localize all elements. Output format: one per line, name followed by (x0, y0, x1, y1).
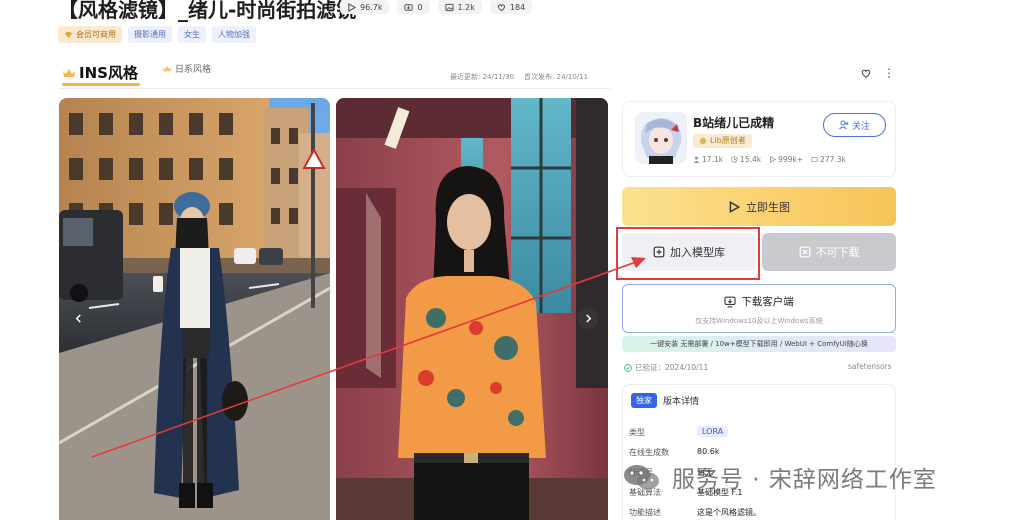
detail-label-type: 类型 (629, 428, 645, 437)
download-disabled-button[interactable]: 不可下载 (762, 233, 896, 271)
tabs-divider (58, 88, 610, 89)
creator-name[interactable]: B站绪儿已成精 (693, 114, 774, 131)
stat-images-value: 1.2k (457, 2, 475, 12)
next-image-button[interactable] (577, 307, 599, 329)
model-page: 【风格滤镜】_绪儿-时尚街拍滤镜 96.7k 0 1.2k 184 会员可商用 … (0, 0, 1024, 520)
chevron-right-icon (585, 313, 591, 323)
portrait-photo (336, 98, 608, 520)
detail-label-online: 在线生成数 (629, 448, 669, 457)
follow-button[interactable]: 关注 (823, 113, 886, 137)
client-title: 下载客户端 (623, 294, 895, 309)
crown-icon (63, 68, 75, 77)
creator-stat-runs: 15.4k (731, 155, 761, 164)
highlight-box (616, 227, 760, 280)
avatar[interactable] (635, 112, 687, 164)
stat-downloads-value: 0 (417, 2, 423, 12)
creator-stat-fans: 17.1k (693, 155, 723, 164)
diamond-icon (64, 31, 73, 38)
medal-icon (699, 137, 707, 145)
more-options-icon[interactable]: ⋮ (883, 66, 895, 80)
promo-strip: 一键安装 无需部署 / 10w+模型下载即用 / WebUI + ComfyUI… (622, 336, 896, 352)
tag-character[interactable]: 人物加强 (212, 26, 256, 43)
play-icon (729, 200, 740, 213)
tag-commercial[interactable]: 会员可商用 (58, 26, 122, 43)
creator-stat-downloads: 277.3k (811, 155, 846, 164)
download-client-button[interactable]: 下载客户端 仅支持Windows10及以上Windows系统 (622, 284, 896, 333)
stat-runs-value: 96.7k (360, 2, 383, 12)
tag-photography[interactable]: 摄影通用 (128, 26, 172, 43)
watermark: 服务号 · 宋辞网络工作室 (622, 460, 937, 494)
stat-likes: 184 (489, 0, 533, 14)
chevron-left-icon (75, 313, 81, 323)
download-icon (404, 3, 414, 11)
detail-value-desc: 这是个风格滤镜。 (697, 508, 761, 517)
stat-downloads: 0 (397, 0, 430, 14)
detail-label-desc: 功能描述 (629, 508, 661, 517)
version-dates: 最近更新: 24/11/30 首次发布: 24/10/11 (450, 72, 588, 82)
crown-icon (162, 65, 172, 72)
verified-date: 已验证：2024/10/11 (624, 362, 708, 373)
version-details-panel: 独家 版本详情 类型 LORA 在线生成数 80.6k 标识号 暂无 基础算法 … (622, 384, 896, 520)
monitor-download-icon (724, 296, 736, 307)
creator-badge: Lib原创者 (693, 134, 752, 148)
details-title: 版本详情 (663, 397, 700, 407)
download-icon (811, 157, 818, 162)
preview-image-1[interactable] (59, 98, 330, 520)
detail-value-type: LORA (697, 426, 729, 437)
play-icon (348, 2, 356, 12)
model-stats: 96.7k 0 1.2k 184 (340, 0, 533, 14)
heart-icon (497, 3, 505, 11)
file-format: safetensors (848, 362, 892, 371)
model-tags: 会员可商用 摄影通用 女生 人物加强 (58, 26, 256, 43)
stat-likes-value: 184 (509, 2, 526, 12)
avatar-image (635, 112, 687, 164)
updated-date: 最近更新: 24/11/30 (450, 73, 515, 81)
preview-image-2[interactable] (336, 98, 608, 520)
play-icon (770, 156, 777, 163)
prev-image-button[interactable] (67, 307, 89, 329)
active-tab-indicator (62, 83, 140, 86)
creator-stat-plays: 999k+ (769, 155, 803, 164)
stat-images: 1.2k (437, 0, 482, 14)
image-icon (444, 3, 454, 11)
detail-value-online: 80.6k (697, 447, 720, 456)
user-icon (693, 156, 700, 163)
tab-ins-style[interactable]: INS风格 (62, 62, 138, 83)
generate-button[interactable]: 立即生图 (622, 187, 896, 226)
tab-japanese-style[interactable]: 日系风格 (162, 62, 211, 75)
clock-icon (731, 156, 738, 163)
check-circle-icon (624, 363, 632, 372)
wechat-logo-icon (624, 465, 659, 490)
page-title: 【风格滤镜】_绪儿-时尚街拍滤镜 (58, 0, 357, 22)
add-user-icon (839, 120, 849, 130)
tag-female[interactable]: 女生 (178, 26, 206, 43)
published-date: 首次发布: 24/10/11 (524, 73, 589, 81)
favorite-heart-icon[interactable] (860, 68, 872, 79)
exclusive-badge: 独家 (631, 393, 657, 408)
creator-card: B站绪儿已成精 Lib原创者 关注 17.1k 15.4k 999k+ 277.… (622, 101, 896, 177)
creator-stats: 17.1k 15.4k 999k+ 277.3k (693, 155, 846, 164)
stat-runs: 96.7k (340, 0, 390, 14)
close-box-icon (799, 246, 810, 258)
street-photo (59, 98, 330, 520)
client-subtitle: 仅支持Windows10及以上Windows系统 (695, 317, 823, 325)
